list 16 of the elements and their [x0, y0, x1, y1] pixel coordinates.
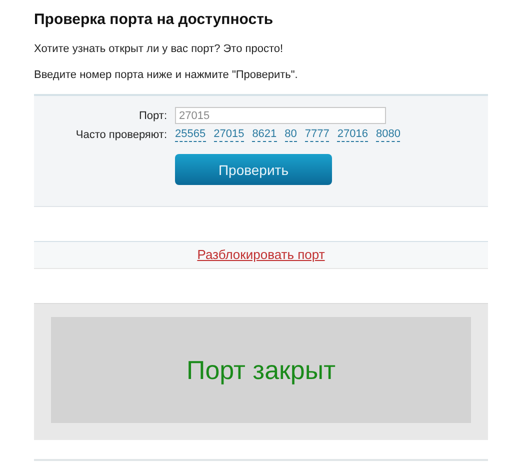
port-link[interactable]: 25565: [175, 128, 206, 142]
port-link[interactable]: 7777: [304, 128, 330, 142]
check-button[interactable]: Проверить: [175, 154, 332, 185]
port-label: Порт:: [138, 110, 168, 122]
frequent-label: Часто проверяют:: [74, 129, 168, 141]
unblock-link[interactable]: Разблокировать порт: [197, 247, 325, 262]
intro-text: Введите номер порта ниже и нажмите "Проверить".: [34, 68, 299, 82]
result-text: Порт закрыт: [186, 354, 336, 386]
port-link[interactable]: 8080: [376, 128, 400, 142]
port-link[interactable]: 27016: [337, 128, 368, 142]
port-link[interactable]: 8621: [252, 128, 277, 142]
port-link[interactable]: 27015: [214, 128, 244, 142]
port-field[interactable]: 27015: [175, 107, 386, 124]
port-link[interactable]: 80: [284, 128, 297, 142]
page-title: Проверка порта на доступность: [34, 10, 274, 30]
intro-text: Хотите узнать открыт ли у вас порт? Это просто!: [34, 42, 284, 56]
